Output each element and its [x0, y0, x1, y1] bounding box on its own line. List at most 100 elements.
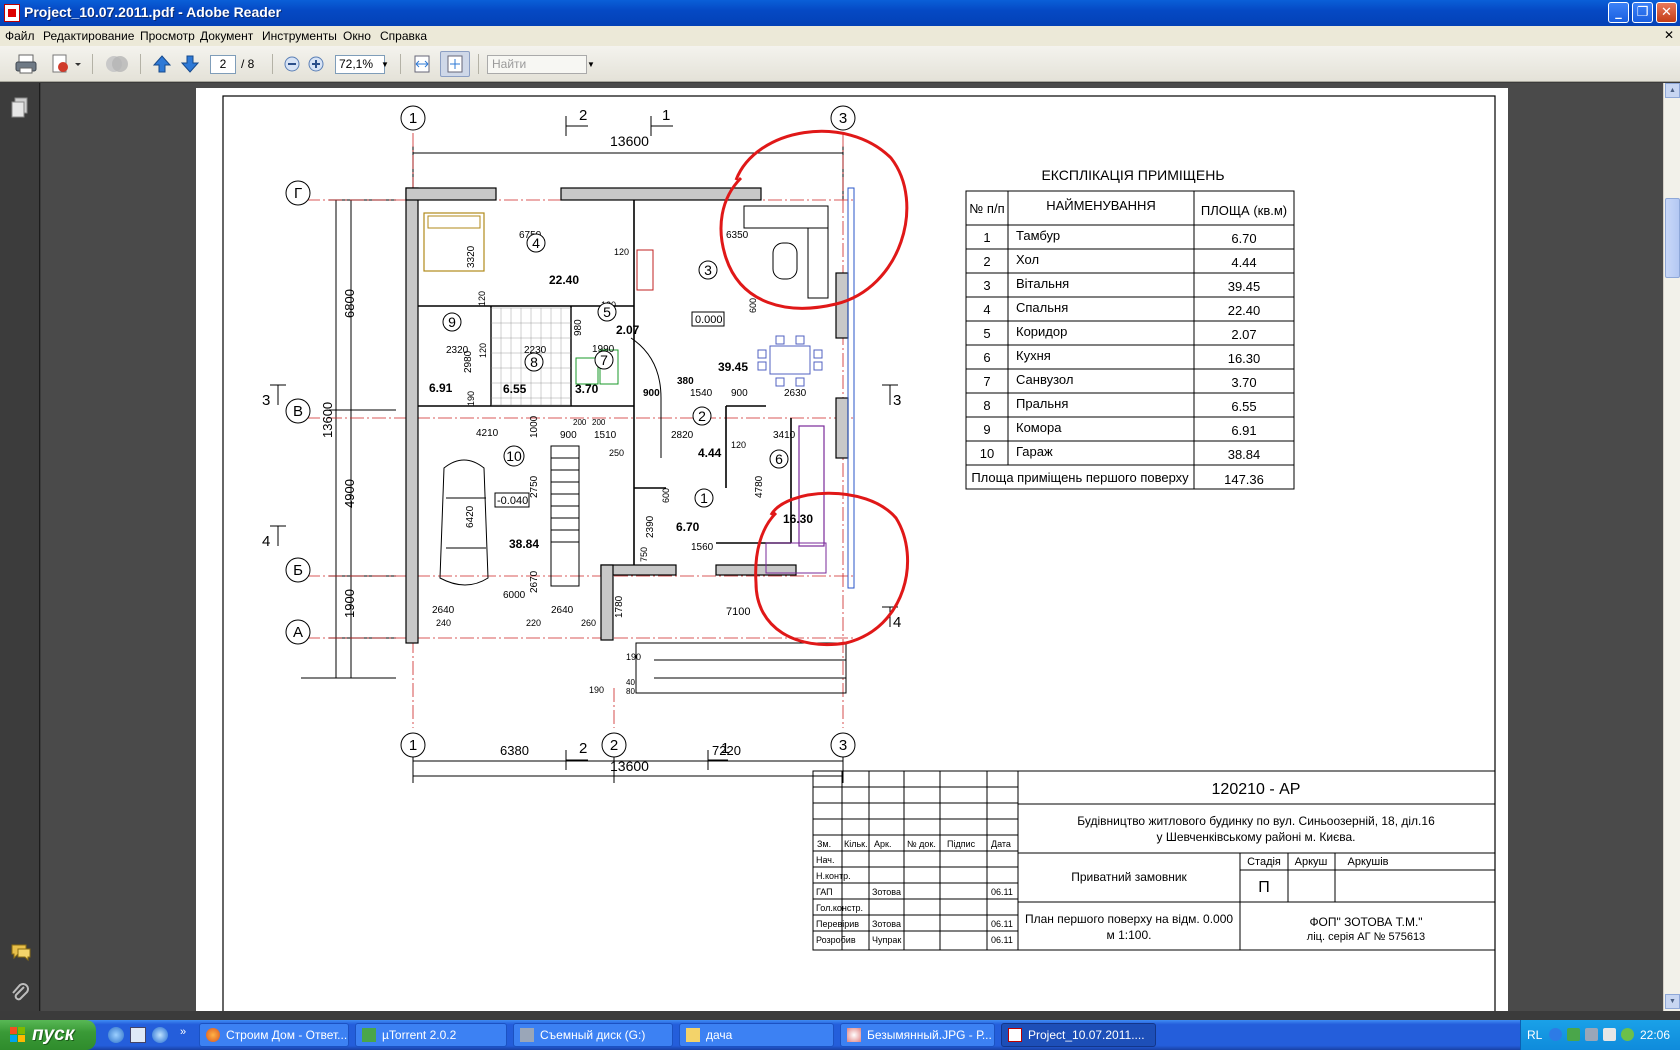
close-document-icon[interactable]: ✕ [1664, 28, 1674, 42]
explication-row-name: Гараж [1016, 444, 1053, 459]
find-dropdown-icon[interactable]: ▼ [585, 55, 597, 74]
stamp-sheet-head: Аркуш [1295, 856, 1328, 868]
fit-width-button[interactable] [410, 51, 434, 77]
explication-row-area: 22.40 [1228, 303, 1261, 318]
room-6-area: 16.30 [783, 512, 813, 526]
collaborate-button[interactable] [102, 51, 132, 77]
menu-view[interactable]: Просмотр [140, 29, 195, 43]
explication-row-no: 7 [983, 374, 990, 389]
tray-network-icon[interactable] [1549, 1028, 1562, 1041]
dim-1780: 1780 [614, 595, 625, 618]
dim-900b: 900 [731, 388, 748, 399]
language-indicator[interactable]: RL [1527, 1028, 1542, 1042]
explication-row-no: 4 [983, 302, 990, 317]
title-block: Зм. Кільк. Арк. № док. Підпис Дата Нач. … [812, 770, 1496, 951]
explication-title: ЕКСПЛІКАЦІЯ ПРИМІЩЕНЬ [1041, 167, 1224, 183]
find-input[interactable]: Найти [487, 55, 587, 74]
zoom-level-input[interactable]: 72,1% [335, 55, 385, 74]
menu-window[interactable]: Окно [343, 29, 371, 43]
comments-icon[interactable] [10, 943, 32, 968]
explication-row-area: 39.45 [1228, 279, 1261, 294]
explication-header-name: НАЙМЕНУВАННЯ [1046, 198, 1156, 213]
stamp-dev-name: Чупрак [872, 935, 901, 945]
scroll-up-icon[interactable]: ▲ [1665, 83, 1680, 98]
dim-900a: 900 [643, 388, 660, 399]
next-page-button[interactable] [178, 51, 202, 77]
axis-B: Б [293, 562, 303, 579]
adobe-reader-icon [1008, 1028, 1022, 1042]
previous-page-button[interactable] [150, 51, 174, 77]
stamp-dev-date: 06.11 [991, 935, 1013, 945]
dim-2670: 2670 [529, 570, 540, 593]
zoom-in-button[interactable] [306, 51, 326, 77]
close-button[interactable]: ✕ [1656, 2, 1677, 23]
clock: 22:06 [1639, 1028, 1670, 1042]
menu-file[interactable]: Файл [5, 29, 35, 43]
menu-help[interactable]: Справка [380, 29, 427, 43]
zoom-out-icon [284, 56, 300, 72]
zoom-out-button[interactable] [282, 51, 302, 77]
taskbar-item-firefox[interactable]: Строим Дом - Ответ... [199, 1023, 349, 1047]
tray-volume-icon[interactable] [1603, 1028, 1616, 1041]
restore-button[interactable]: ❐ [1632, 2, 1653, 23]
quicklaunch-ie-icon[interactable] [152, 1027, 168, 1043]
dim-6800: 6800 [342, 289, 357, 318]
dim-2630: 2630 [784, 388, 807, 399]
taskbar-item-adobe-reader[interactable]: Project_10.07.2011.... [1001, 1023, 1156, 1047]
dim-7220: 7220 [712, 743, 741, 758]
start-button[interactable]: пуск [0, 1020, 96, 1050]
minimize-button[interactable]: _ [1608, 2, 1629, 23]
scroll-down-icon[interactable]: ▼ [1665, 994, 1680, 1009]
dim-4210: 4210 [476, 428, 499, 439]
menu-tools[interactable]: Инструменты [262, 29, 337, 43]
dim-980: 980 [573, 319, 584, 336]
document-view[interactable]: 1 3 1 2 3 Г В Б А 2 1 2 1 3 3 4 4 13600 … [41, 83, 1663, 1011]
taskbar-item-utorrent[interactable]: µTorrent 2.0.2 [355, 1023, 507, 1047]
menu-document[interactable]: Документ [200, 29, 253, 43]
quicklaunch-desktop-icon[interactable] [130, 1027, 146, 1043]
stamp-col-head: Кільк. [844, 839, 868, 849]
dim-6380: 6380 [500, 743, 529, 758]
page-total-label: / 8 [241, 57, 255, 71]
print-button[interactable] [12, 51, 40, 77]
pages-icon[interactable] [10, 97, 30, 124]
quicklaunch-refresh-icon[interactable] [108, 1027, 124, 1043]
taskbar-item-paint[interactable]: Безымянный.JPG - Р... [840, 1023, 995, 1047]
page-number-input[interactable]: 2 [210, 55, 236, 74]
stamp-col-head: Дата [991, 839, 1011, 849]
axis-A: А [293, 624, 303, 641]
scroll-thumb[interactable] [1665, 198, 1680, 278]
tray-security-icon[interactable] [1621, 1028, 1634, 1041]
room-4-area: 22.40 [549, 273, 579, 287]
explication-row-name: Хол [1016, 252, 1039, 267]
stamp-scale: м 1:100. [1107, 928, 1152, 942]
room-4-number: 4 [532, 235, 540, 251]
attachments-icon[interactable] [10, 983, 30, 1010]
drive-icon [520, 1028, 534, 1042]
zoom-dropdown-icon[interactable]: ▼ [379, 55, 391, 74]
tray-device-icon[interactable] [1585, 1028, 1598, 1041]
dim-1900: 1900 [342, 589, 357, 618]
axis-V: В [293, 403, 303, 420]
room-10-area: 38.84 [509, 537, 539, 551]
vertical-scrollbar[interactable]: ▲ ▼ [1663, 83, 1680, 1011]
section-2-top: 2 [579, 107, 587, 124]
menu-bar: Файл Редактирование Просмотр Документ Ин… [0, 26, 1680, 46]
taskbar-item-folder[interactable]: дача [679, 1023, 834, 1047]
tray-utorrent-icon[interactable] [1567, 1028, 1580, 1041]
room-1-area: 6.70 [676, 520, 700, 534]
dim-260: 260 [581, 618, 596, 628]
quicklaunch-more-icon[interactable]: » [180, 1026, 186, 1038]
export-button[interactable] [48, 51, 84, 77]
dim-4780: 4780 [754, 475, 765, 498]
axis-1-bottom: 1 [409, 737, 417, 754]
dim-2640a: 2640 [432, 605, 455, 616]
fit-page-button[interactable] [440, 51, 470, 77]
menu-edit[interactable]: Редактирование [43, 29, 134, 43]
zoom-in-icon [308, 56, 324, 72]
axis-3-bottom: 3 [839, 737, 847, 754]
taskbar-item-removable-disk[interactable]: Съемный диск (G:) [513, 1023, 673, 1047]
dim-200a: 200 [573, 418, 587, 427]
explication-row-area: 2.07 [1231, 327, 1256, 342]
level-garage-mark: -0.040 [497, 495, 528, 507]
